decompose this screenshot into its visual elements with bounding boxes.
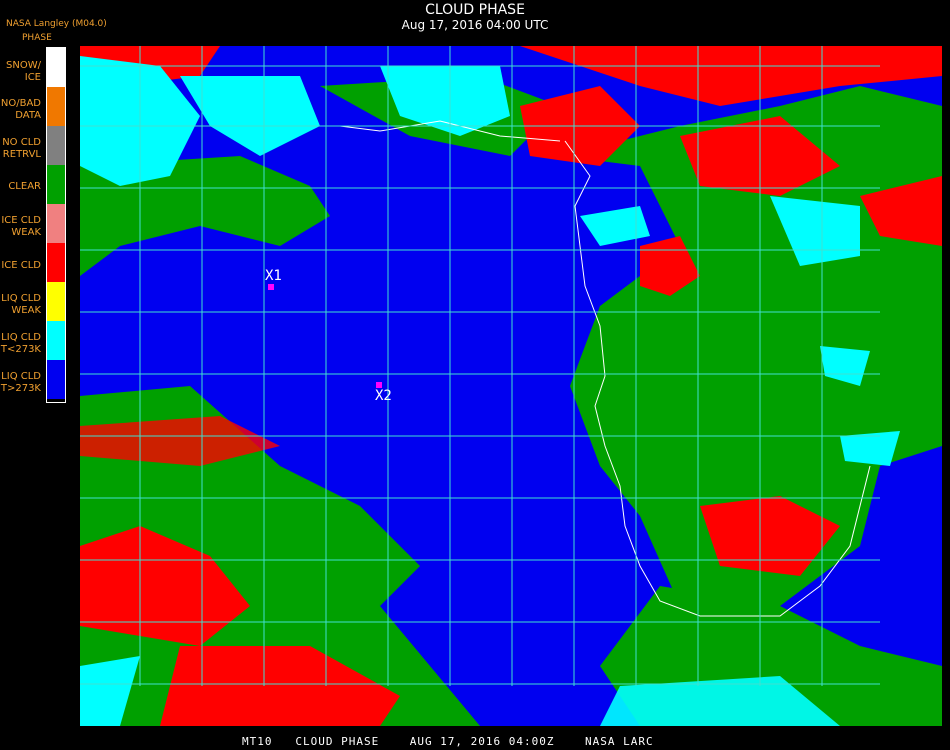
legend-label-ice-cld: ICE CLD	[1, 260, 41, 271]
legend-swatch-clear	[47, 165, 65, 204]
legend-swatch-snow-ice	[47, 48, 65, 87]
source-label: NASA Langley (M04.0)	[6, 19, 107, 29]
legend-swatch-ice-cld-weak	[47, 204, 65, 243]
legend-swatch-liq-cld-cold	[47, 321, 65, 360]
legend-title: PHASE	[22, 33, 52, 43]
map-imagery	[80, 46, 942, 726]
legend-swatch-ice-cld	[47, 243, 65, 282]
legend-label-ice-cld-weak: ICE CLD WEAK	[1, 215, 41, 238]
legend-label-liq-cld-cold: LIQ CLD T<273K	[0, 332, 41, 355]
legend-label-liq-cld-warm: LIQ CLD T>273K	[0, 371, 41, 394]
map-timestamp: Aug 17, 2016 04:00 UTC	[401, 18, 549, 32]
legend-swatch-no-cld-retrvl	[47, 126, 65, 165]
legend-swatch-no-bad-data	[47, 87, 65, 126]
legend-swatch-liq-cld-weak	[47, 282, 65, 321]
legend-swatch-liq-cld-warm	[47, 360, 65, 399]
legend-label-liq-cld-weak: LIQ CLD WEAK	[1, 293, 41, 316]
footer-caption: MT10 CLOUD PHASE AUG 17, 2016 04:00Z NAS…	[242, 735, 654, 748]
marker-x2-label: X2	[375, 388, 392, 404]
map-title: CLOUD PHASE	[425, 2, 525, 18]
legend-label-clear: CLEAR	[8, 181, 41, 192]
cloud-phase-map[interactable]	[80, 46, 942, 726]
phase-legend	[46, 47, 66, 403]
marker-x1-point	[268, 284, 274, 290]
marker-x1-label: X1	[265, 268, 282, 284]
legend-label-no-cld-retrvl: NO CLD RETRVL	[2, 137, 41, 160]
legend-label-no-bad-data: NO/BAD DATA	[0, 98, 41, 121]
legend-label-snow-ice: SNOW/ ICE	[6, 60, 41, 83]
